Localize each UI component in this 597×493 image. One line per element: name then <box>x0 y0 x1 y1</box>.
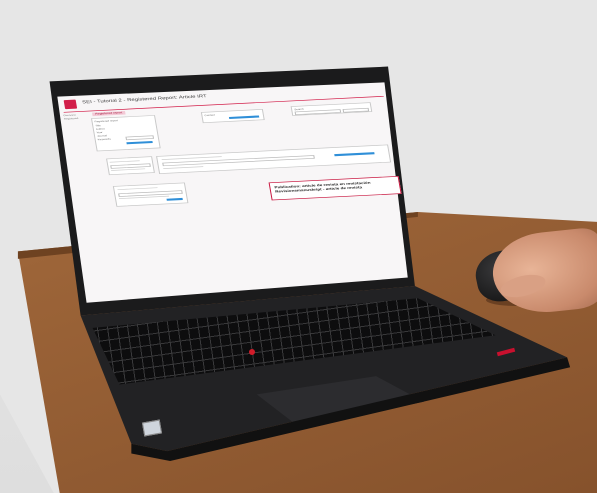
app-logo <box>63 99 78 110</box>
text-line <box>117 187 158 191</box>
section-label: Contact <box>204 113 216 117</box>
info-note: Publication: article de revista en revis… <box>268 175 402 201</box>
form-box-contact: Contact <box>200 108 265 124</box>
sidebar-item[interactable]: Registered <box>64 116 87 121</box>
text-line <box>111 168 146 171</box>
text-line <box>163 166 204 170</box>
app-title: SEI - Tutorial 2 - Registered Report: Ar… <box>81 94 208 105</box>
search-filter[interactable] <box>342 107 370 113</box>
trackpoint-icon <box>249 349 255 355</box>
text-line <box>109 160 140 163</box>
info-note-text: Publication: article de revista en revis… <box>274 180 371 194</box>
form-box-wide <box>156 144 392 175</box>
wide-action-button[interactable] <box>334 152 375 157</box>
tab-registered-report[interactable]: Registered report <box>92 110 126 117</box>
contact-button[interactable] <box>228 115 260 120</box>
form-box-lower <box>112 182 189 207</box>
form-box-main: Registered report Title Author Year Jour… <box>90 115 161 152</box>
keywords-field[interactable] <box>125 135 155 141</box>
field-label: Keywords <box>97 137 112 141</box>
screen-ui: SEI - Tutorial 2 - Registered Report: Ar… <box>57 81 411 236</box>
photo-scene: SEI - Tutorial 2 - Registered Report: Ar… <box>0 0 597 493</box>
lower-action-button[interactable] <box>166 197 183 201</box>
wide-field[interactable] <box>162 155 315 167</box>
form-box-small <box>106 156 155 176</box>
form-box-search: Search <box>290 102 373 116</box>
section-label: Registered report <box>94 119 118 123</box>
submit-button[interactable] <box>126 140 153 145</box>
